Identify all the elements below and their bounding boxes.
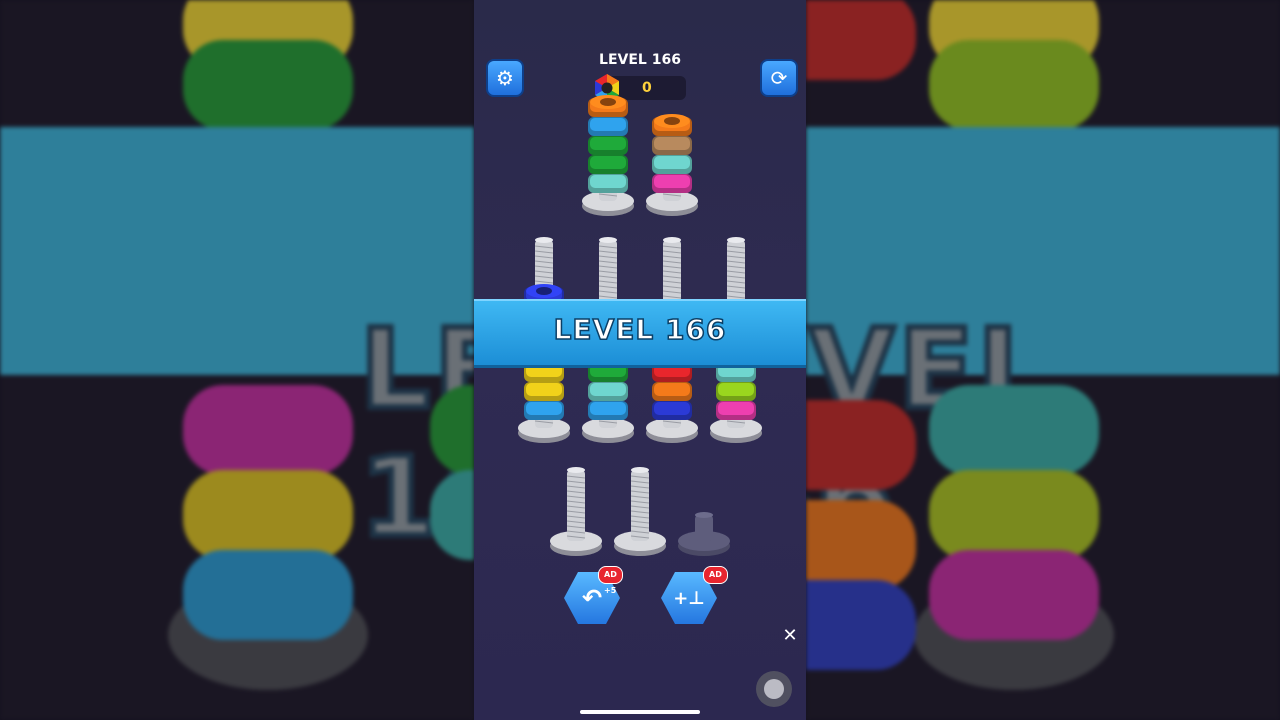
background-nut [806, 0, 916, 80]
peg-shaft-top [727, 237, 745, 243]
peg[interactable] [678, 512, 730, 556]
close-icon: ✕ [782, 625, 798, 646]
nut-face [654, 156, 690, 169]
background-banner: LEVEL 166 [0, 127, 474, 564]
peg[interactable] [550, 467, 602, 556]
nut-blue [524, 401, 564, 420]
peg-shaft-top [663, 237, 681, 243]
close-button[interactable]: ✕ [780, 626, 800, 646]
peg-shaft-top [695, 512, 713, 518]
background-nut [806, 400, 916, 490]
nut-face [590, 383, 626, 396]
peg-shaft [695, 515, 713, 541]
assistive-touch-button[interactable] [756, 671, 792, 707]
nut-face [718, 383, 754, 396]
nut-tan [652, 136, 692, 155]
add-peg-ad-badge: AD [703, 566, 728, 584]
nut-blue [588, 401, 628, 420]
peg[interactable] [582, 95, 634, 216]
nut-teal [588, 382, 628, 401]
nut-face [654, 137, 690, 150]
background-nut [929, 385, 1099, 475]
nut-hole [536, 287, 552, 295]
nut-face [590, 156, 626, 169]
background-nut [183, 470, 353, 560]
background-nut [183, 40, 353, 130]
add-bolt-icon: +⊥ [673, 587, 705, 609]
background-nut [806, 500, 916, 590]
level-banner-text: LEVEL 166 [553, 312, 727, 347]
nut-pink [716, 401, 756, 420]
nut-blue [588, 117, 628, 136]
assistive-touch-icon [764, 679, 784, 699]
peg-shaft-top [535, 237, 553, 243]
background-nut [929, 470, 1099, 560]
nut-face [654, 175, 690, 188]
nut-orange[interactable] [588, 95, 628, 117]
add-peg-button[interactable]: +⊥ AD [661, 566, 728, 624]
nut-teal [588, 174, 628, 193]
nut-green [588, 136, 628, 155]
nut-face [718, 402, 754, 415]
nut-green [588, 155, 628, 174]
peg-shaft [631, 470, 649, 541]
undo-button[interactable]: ↶ AD +5 [564, 566, 623, 624]
peg-shaft [567, 470, 585, 541]
background-nut [183, 385, 353, 475]
nut-yellow [524, 382, 564, 401]
nut-orange [652, 382, 692, 401]
blurred-background-left: LEVEL 166 [0, 0, 474, 720]
nut-face [590, 137, 626, 150]
peg-shaft-top [567, 467, 585, 473]
background-nut [929, 550, 1099, 640]
background-nut [183, 550, 353, 640]
peg-shaft-top [599, 237, 617, 243]
nut-face [654, 383, 690, 396]
peg[interactable] [614, 467, 666, 556]
nut-teal [652, 155, 692, 174]
nut-pink [652, 174, 692, 193]
nut-navy [652, 401, 692, 420]
background-nut [929, 40, 1099, 130]
nut-face [526, 402, 562, 415]
background-nut [806, 580, 916, 670]
nut-orange[interactable] [652, 114, 692, 136]
nut-face [654, 402, 690, 415]
nut-face [590, 118, 626, 131]
undo-ad-badge: AD +5 [598, 566, 623, 595]
nut-hole [600, 98, 616, 106]
background-banner: LEVEL 166 [806, 127, 1280, 564]
home-indicator[interactable] [580, 710, 700, 714]
blurred-background-right: LEVEL 166 [806, 0, 1280, 720]
nut-face [590, 402, 626, 415]
nut-face [526, 383, 562, 396]
nut-lime [716, 382, 756, 401]
screen: LEVEL 166 LEVEL 166 ⚙ ⟳ LEVEL 166 [0, 0, 1280, 720]
nut-face [590, 175, 626, 188]
undo-icon: ↶ [581, 584, 603, 612]
peg[interactable] [646, 114, 698, 216]
level-banner: LEVEL 166 [474, 299, 806, 368]
peg-shaft-top [631, 467, 649, 473]
nut-hole [664, 117, 680, 125]
